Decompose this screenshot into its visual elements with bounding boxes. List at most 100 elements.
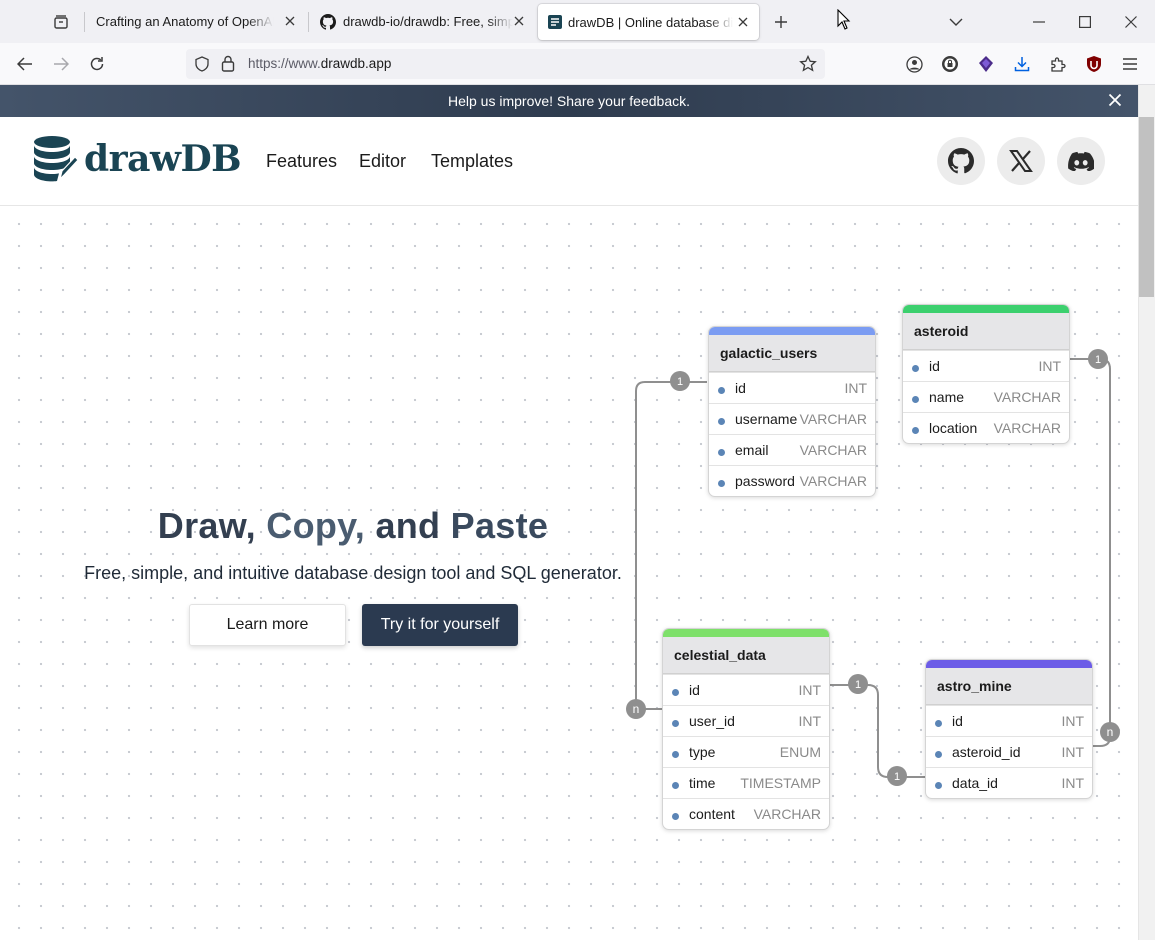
minimize-window-icon[interactable] <box>1028 11 1050 33</box>
downloads-icon[interactable] <box>1011 53 1033 75</box>
table-color-bar <box>903 305 1069 313</box>
extensions-puzzle-icon[interactable] <box>1047 53 1069 75</box>
field-name-text: name <box>929 389 965 405</box>
field-name: id <box>912 358 940 374</box>
mouse-cursor-icon <box>836 9 852 31</box>
field-dot-icon <box>672 812 679 820</box>
field-name-text: content <box>689 806 735 822</box>
field-type: INT <box>798 713 821 729</box>
table-field-row[interactable]: id INT <box>926 705 1092 736</box>
table-field-row[interactable]: username VARCHAR <box>709 403 875 434</box>
close-window-icon[interactable] <box>1120 11 1142 33</box>
field-dot-icon <box>672 688 679 696</box>
proton-extension-icon[interactable] <box>975 53 997 75</box>
vpn-extension-icon[interactable] <box>939 53 961 75</box>
github-link[interactable] <box>937 137 985 185</box>
field-type: VARCHAR <box>799 442 867 458</box>
db-table[interactable]: celestial_data id INT user_id INT type ENUM tim… <box>662 628 830 830</box>
table-field-row[interactable]: user_id INT <box>663 705 829 736</box>
back-icon[interactable] <box>14 53 36 75</box>
scrollbar-thumb[interactable] <box>1139 117 1154 297</box>
field-name: email <box>718 442 768 458</box>
field-dot-icon <box>912 395 919 403</box>
field-name-text: user_id <box>689 713 735 729</box>
field-type: INT <box>1038 358 1061 374</box>
logo-wordmark: drawDB <box>84 138 242 180</box>
table-color-bar <box>926 660 1092 668</box>
hero-title-word: and <box>375 505 441 546</box>
table-field-row[interactable]: id INT <box>663 674 829 705</box>
table-field-row[interactable]: location VARCHAR <box>903 412 1069 443</box>
x-logo-icon <box>1009 149 1033 173</box>
field-name: user_id <box>672 713 735 729</box>
browser-tab-bar: Crafting an Anatomy of OpenAI's Di drawd… <box>0 0 1155 43</box>
table-field-row[interactable]: password VARCHAR <box>709 465 875 496</box>
ublock-extension-icon[interactable] <box>1083 53 1105 75</box>
field-name: asteroid_id <box>935 744 1021 760</box>
banner-text[interactable]: Help us improve! Share your feedback. <box>448 93 690 109</box>
reload-icon[interactable] <box>86 53 108 75</box>
close-tab-icon[interactable] <box>735 14 751 30</box>
table-field-row[interactable]: name VARCHAR <box>903 381 1069 412</box>
table-header[interactable]: galactic_users <box>709 335 875 372</box>
discord-link[interactable] <box>1057 137 1105 185</box>
table-field-row[interactable]: id INT <box>709 372 875 403</box>
field-name-text: location <box>929 420 978 436</box>
table-field-row[interactable]: type ENUM <box>663 736 829 767</box>
field-name-text: time <box>689 775 716 791</box>
field-type: VARCHAR <box>799 473 867 489</box>
address-bar[interactable]: https://www.drawdb.app <box>186 49 825 79</box>
field-name: password <box>718 473 795 489</box>
field-name: id <box>718 380 746 396</box>
table-header[interactable]: celestial_data <box>663 637 829 674</box>
table-field-row[interactable]: data_id INT <box>926 767 1092 798</box>
nav-editor[interactable]: Editor <box>359 151 406 172</box>
browser-tab-active[interactable]: drawDB | Online database diagr <box>538 4 759 40</box>
try-it-button[interactable]: Try it for yourself <box>362 604 518 646</box>
close-banner-icon[interactable] <box>1108 93 1124 109</box>
table-header[interactable]: asteroid <box>903 313 1069 350</box>
close-tab-icon[interactable] <box>282 13 298 29</box>
table-color-bar <box>709 327 875 335</box>
new-tab-icon[interactable] <box>770 11 792 33</box>
list-all-tabs-icon[interactable] <box>945 11 967 33</box>
table-header[interactable]: astro_mine <box>926 668 1092 705</box>
lock-icon[interactable] <box>221 55 235 77</box>
table-field-row[interactable]: email VARCHAR <box>709 434 875 465</box>
tab-overview-icon[interactable] <box>50 11 72 33</box>
tab-separator <box>308 12 309 32</box>
field-dot-icon <box>672 781 679 789</box>
field-dot-icon <box>935 781 942 789</box>
close-tab-icon[interactable] <box>511 13 527 29</box>
field-type: INT <box>798 682 821 698</box>
nav-templates[interactable]: Templates <box>431 151 513 172</box>
maximize-window-icon[interactable] <box>1074 11 1096 33</box>
field-type: INT <box>1061 713 1084 729</box>
table-field-row[interactable]: time TIMESTAMP <box>663 767 829 798</box>
browser-tab[interactable]: drawdb-io/drawdb: Free, simple <box>310 0 535 43</box>
feedback-banner[interactable]: Help us improve! Share your feedback. <box>0 85 1138 117</box>
database-logo-icon <box>32 135 79 183</box>
table-field-row[interactable]: id INT <box>903 350 1069 381</box>
table-color-bar <box>663 629 829 637</box>
table-field-row[interactable]: content VARCHAR <box>663 798 829 829</box>
drawdb-logo[interactable]: drawDB <box>32 135 242 183</box>
app-menu-icon[interactable] <box>1119 53 1141 75</box>
db-table[interactable]: astro_mine id INT asteroid_id INT data_id INT <box>925 659 1093 799</box>
field-name-text: id <box>689 682 700 698</box>
tab-title: drawdb-io/drawdb: Free, simple <box>343 14 513 29</box>
db-table[interactable]: asteroid id INT name VARCHAR location VARCHAR <box>902 304 1070 444</box>
field-dot-icon <box>935 719 942 727</box>
bookmark-star-icon[interactable] <box>799 54 817 78</box>
forward-icon[interactable] <box>50 53 72 75</box>
account-icon[interactable] <box>903 53 925 75</box>
nav-features[interactable]: Features <box>266 151 337 172</box>
tracking-protection-icon[interactable] <box>194 56 210 77</box>
learn-more-button[interactable]: Learn more <box>189 604 346 646</box>
db-table[interactable]: galactic_users id INT username VARCHAR email V… <box>708 326 876 497</box>
x-twitter-link[interactable] <box>997 137 1045 185</box>
field-name-text: id <box>929 358 940 374</box>
table-field-row[interactable]: asteroid_id INT <box>926 736 1092 767</box>
github-icon <box>948 148 974 174</box>
browser-tab[interactable]: Crafting an Anatomy of OpenAI's Di <box>86 0 306 43</box>
